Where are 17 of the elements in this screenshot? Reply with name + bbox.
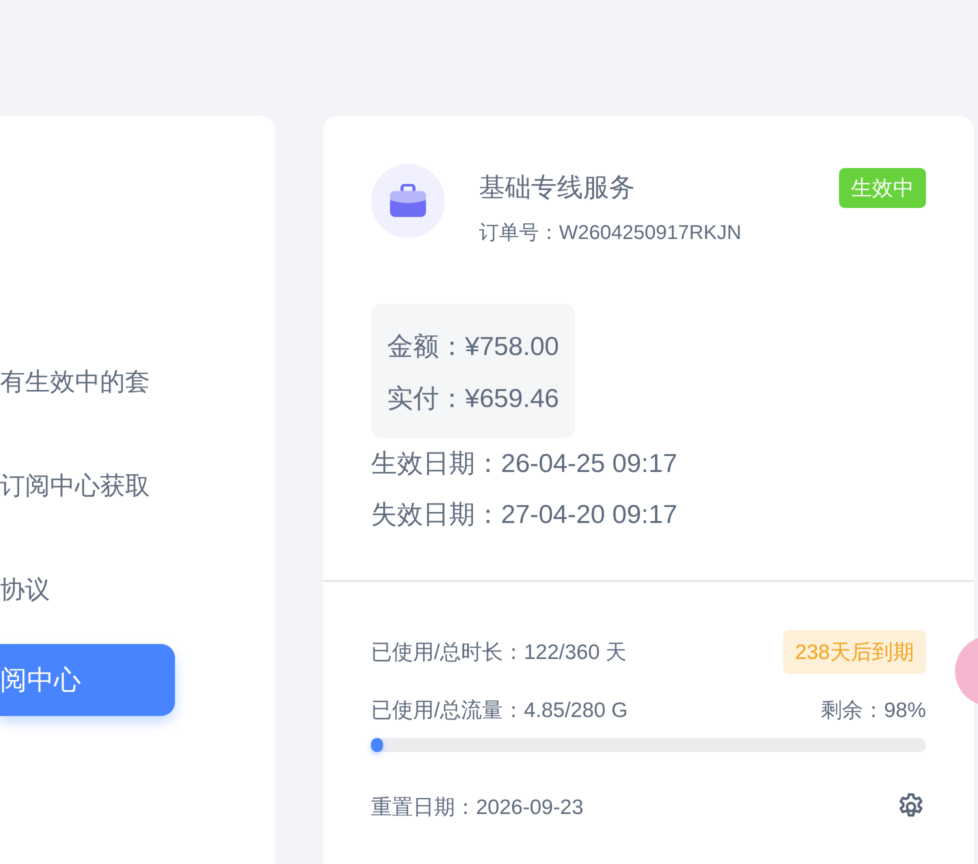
- subscription-center-button[interactable]: 阅中心: [0, 644, 175, 716]
- briefcase-icon: [389, 184, 427, 218]
- amount-text: 金额：¥758.00: [387, 330, 559, 363]
- reset-date-text: 重置日期：2026-09-23: [371, 795, 584, 821]
- expiry-badge: 238天后到期: [782, 630, 926, 674]
- service-title: 基础专线服务: [479, 171, 636, 204]
- remaining-text: 剩余：98%: [820, 698, 926, 724]
- date-text: 生效日期：26-04-25 09:17: [371, 447, 678, 480]
- info-text: 订阅中心获取: [0, 471, 150, 502]
- status-badge: 生效中: [839, 168, 926, 208]
- duration-text: 已使用/总时长：122/360 天: [371, 640, 627, 666]
- traffic-text: 已使用/总流量：4.85/280 G: [371, 698, 628, 724]
- info-text: 有生效中的套: [0, 367, 150, 398]
- info-text: 协议: [0, 575, 50, 606]
- order-number: 订单号：W2604250917RKJN: [479, 221, 742, 246]
- date-text: 失效日期：27-04-20 09:17: [371, 498, 678, 531]
- amount-text: 实付：¥659.46: [387, 382, 559, 415]
